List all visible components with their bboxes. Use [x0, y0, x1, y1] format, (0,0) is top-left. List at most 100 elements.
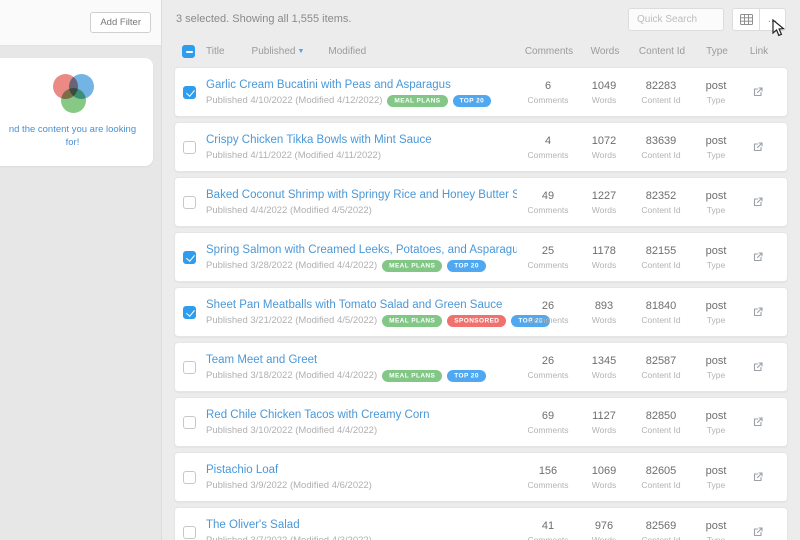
filter-empty-state: nd the content you are looking for!: [0, 58, 153, 166]
row-title-link[interactable]: The Oliver's Salad: [206, 519, 517, 531]
app-window: Add Filter nd the content you are lookin…: [0, 0, 800, 540]
content-area: 3 selected. Showing all 1,555 items. Qui…: [162, 0, 800, 540]
content-id-value: 81840: [645, 299, 677, 312]
row-published-text: Published 3/18/2022 (Modified 4/4/2022): [206, 369, 378, 381]
words-label: Words: [591, 149, 617, 160]
row-badge: SPONSORED: [447, 315, 507, 327]
row-link[interactable]: [739, 86, 777, 98]
comments-value: 69: [541, 409, 555, 422]
column-header-modified[interactable]: Modified: [328, 46, 366, 57]
row-title-link[interactable]: Pistachio Loaf: [206, 464, 517, 476]
content-id-label: Content Id: [641, 534, 681, 540]
column-header-comments[interactable]: Comments: [518, 46, 580, 57]
words-value: 893: [594, 299, 614, 312]
content-id-label: Content Id: [641, 314, 681, 325]
row-published-text: Published 3/7/2022 (Modified 4/3/2022): [206, 534, 372, 540]
column-header-link[interactable]: Link: [740, 46, 778, 57]
content-id-value: 82352: [645, 189, 677, 202]
row-main: Team Meet and Greet Published 3/18/2022 …: [206, 354, 517, 382]
row-checkbox[interactable]: [183, 250, 196, 264]
row-title-link[interactable]: Sheet Pan Meatballs with Tomato Salad an…: [206, 299, 517, 311]
row-comments: 69 Comments: [517, 410, 579, 435]
row-comments: 49 Comments: [517, 190, 579, 215]
words-value: 1345: [591, 354, 617, 367]
row-title-link[interactable]: Spring Salmon with Creamed Leeks, Potato…: [206, 244, 517, 256]
column-header-title[interactable]: Title: [206, 46, 225, 57]
row-checkbox[interactable]: [183, 305, 196, 319]
grid-view-button[interactable]: [732, 7, 759, 31]
row-main: Red Chile Chicken Tacos with Creamy Corn…: [206, 409, 517, 436]
row-link[interactable]: [739, 526, 777, 538]
row-link[interactable]: [739, 251, 777, 263]
content-id-label: Content Id: [641, 424, 681, 435]
more-options-button[interactable]: ...: [759, 7, 786, 31]
table-row: Sheet Pan Meatballs with Tomato Salad an…: [174, 287, 788, 337]
row-content-id: 83639 Content Id: [629, 135, 693, 160]
comments-value: 49: [541, 189, 555, 202]
comments-value: 26: [541, 354, 555, 367]
row-link[interactable]: [739, 196, 777, 208]
row-title-link[interactable]: Baked Coconut Shrimp with Springy Rice a…: [206, 189, 517, 201]
row-words: 1069 Words: [579, 465, 629, 490]
row-content-id: 82605 Content Id: [629, 465, 693, 490]
content-id-label: Content Id: [641, 204, 681, 215]
type-value: post: [705, 134, 727, 147]
type-value: post: [705, 299, 727, 312]
table-row: Pistachio Loaf Published 3/9/2022 (Modif…: [174, 452, 788, 502]
row-main: Garlic Cream Bucatini with Peas and Aspa…: [206, 79, 517, 107]
words-label: Words: [591, 204, 617, 215]
row-subtitle: Published 3/18/2022 (Modified 4/4/2022) …: [206, 369, 517, 382]
row-words: 1227 Words: [579, 190, 629, 215]
row-checkbox[interactable]: [183, 470, 196, 484]
row-content-id: 81840 Content Id: [629, 300, 693, 325]
row-subtitle: Published 4/10/2022 (Modified 4/12/2022)…: [206, 95, 517, 107]
table-row: Red Chile Chicken Tacos with Creamy Corn…: [174, 397, 788, 447]
row-title-link[interactable]: Garlic Cream Bucatini with Peas and Aspa…: [206, 79, 517, 91]
type-label: Type: [706, 424, 726, 435]
content-id-label: Content Id: [641, 479, 681, 490]
row-checkbox[interactable]: [183, 525, 196, 539]
column-header-published[interactable]: Published ▼: [252, 46, 305, 57]
column-header-words[interactable]: Words: [580, 46, 630, 57]
row-checkbox[interactable]: [183, 85, 196, 99]
column-header-type[interactable]: Type: [694, 46, 740, 57]
row-link[interactable]: [739, 416, 777, 428]
comments-value: 4: [544, 134, 552, 147]
row-checkbox[interactable]: [183, 140, 196, 154]
row-words: 1072 Words: [579, 135, 629, 160]
row-checkbox[interactable]: [183, 415, 196, 429]
row-link[interactable]: [739, 471, 777, 483]
row-title-link[interactable]: Red Chile Chicken Tacos with Creamy Corn: [206, 409, 517, 421]
row-comments: 41 Comments: [517, 520, 579, 540]
row-link[interactable]: [739, 361, 777, 373]
quick-search-input[interactable]: [628, 7, 724, 31]
type-value: post: [705, 79, 727, 92]
row-link[interactable]: [739, 141, 777, 153]
content-id-value: 82850: [645, 409, 677, 422]
row-badge: TOP 20: [447, 370, 486, 382]
row-main: The Oliver's Salad Published 3/7/2022 (M…: [206, 519, 517, 540]
row-published-text: Published 4/4/2022 (Modified 4/5/2022): [206, 204, 372, 216]
row-main: Crispy Chicken Tikka Bowls with Mint Sau…: [206, 134, 517, 161]
add-filter-button[interactable]: Add Filter: [90, 12, 151, 33]
words-label: Words: [591, 369, 617, 380]
row-title-link[interactable]: Team Meet and Greet: [206, 354, 517, 366]
column-header-content-id[interactable]: Content Id: [630, 46, 694, 57]
row-checkbox[interactable]: [183, 195, 196, 209]
row-type: post Type: [693, 300, 739, 325]
filter-sidebar: Add Filter nd the content you are lookin…: [0, 0, 162, 540]
row-main: Spring Salmon with Creamed Leeks, Potato…: [206, 244, 517, 272]
row-content-id: 82587 Content Id: [629, 355, 693, 380]
row-subtitle: Published 4/11/2022 (Modified 4/11/2022): [206, 150, 517, 161]
select-all-checkbox[interactable]: [182, 44, 195, 58]
comments-label: Comments: [527, 534, 569, 540]
row-checkbox[interactable]: [183, 360, 196, 374]
row-type: post Type: [693, 190, 739, 215]
table-row: Crispy Chicken Tikka Bowls with Mint Sau…: [174, 122, 788, 172]
row-link[interactable]: [739, 306, 777, 318]
external-link-icon: [753, 417, 763, 427]
row-title-link[interactable]: Crispy Chicken Tikka Bowls with Mint Sau…: [206, 134, 517, 146]
row-badge: MEAL PLANS: [382, 370, 443, 382]
content-id-label: Content Id: [641, 259, 681, 270]
type-label: Type: [706, 314, 726, 325]
